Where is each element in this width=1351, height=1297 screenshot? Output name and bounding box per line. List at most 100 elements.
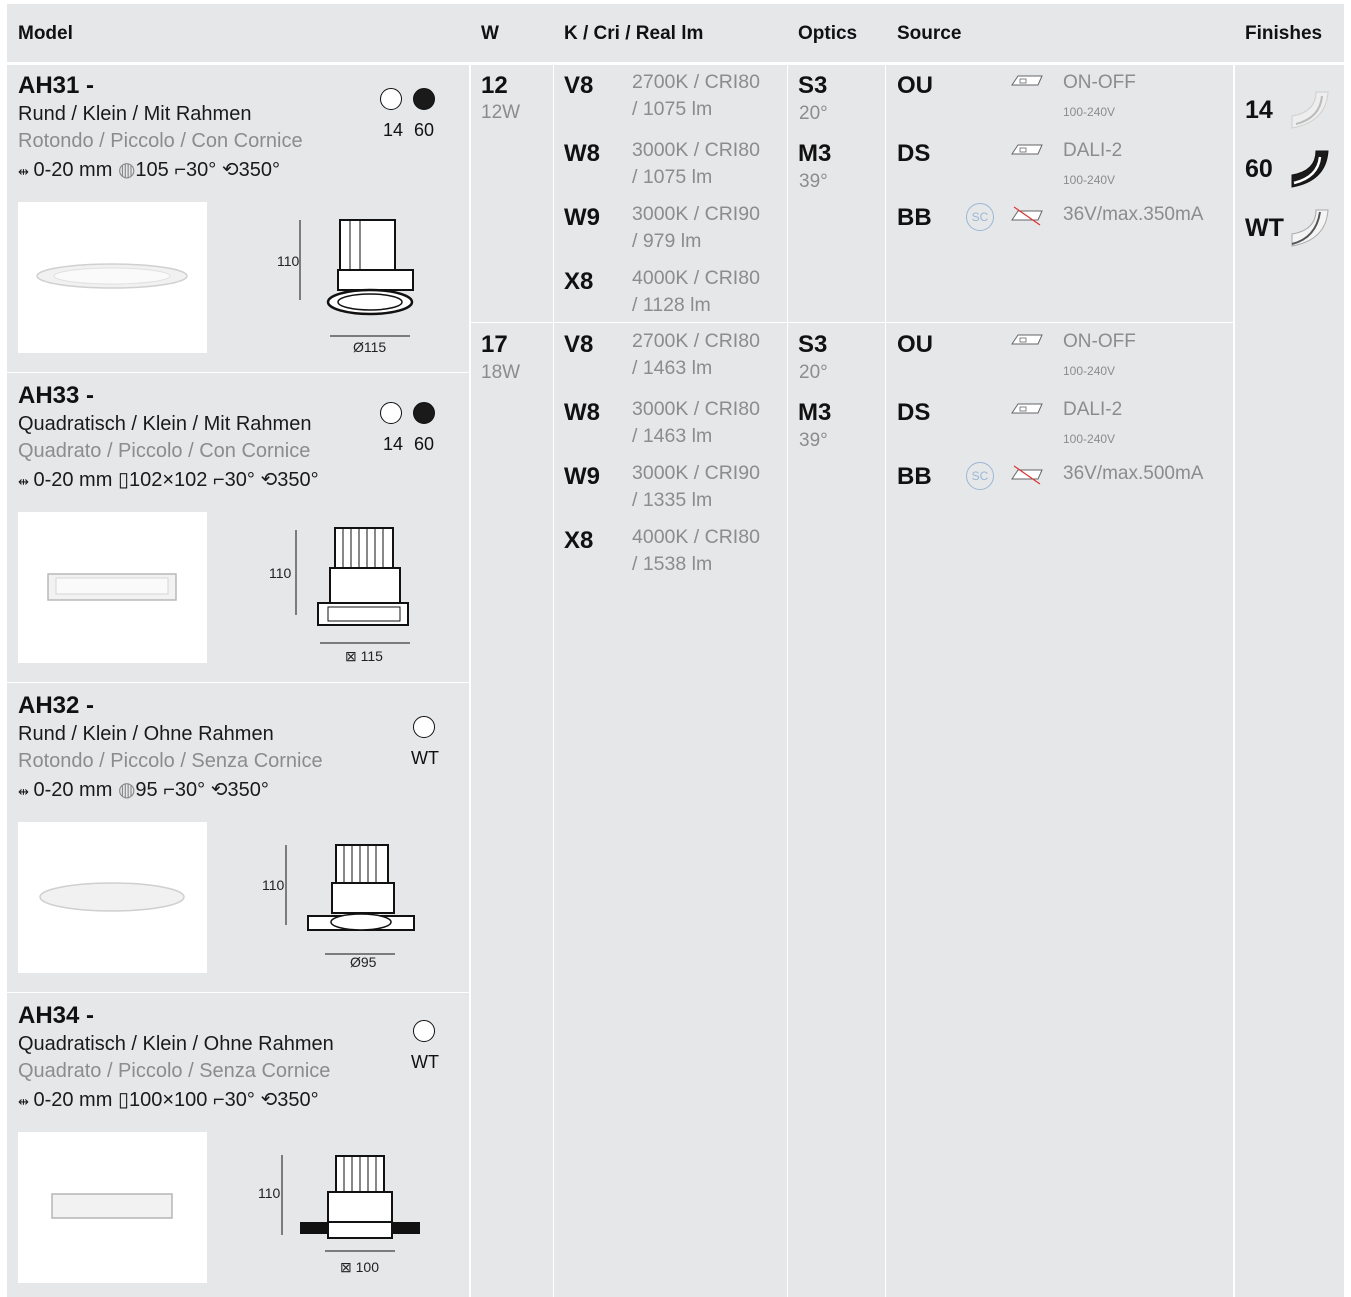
driver-box-icon <box>1010 142 1044 163</box>
source-label: ON-OFF <box>1063 72 1136 93</box>
optic-angle: 20° <box>799 362 828 383</box>
divider <box>553 65 554 1297</box>
header-optics: Optics <box>798 23 858 44</box>
source-volt: 100-240V <box>1063 432 1116 446</box>
k-code: V8 <box>564 72 594 99</box>
adjust-range-icon: ⇹ <box>18 784 29 799</box>
sc-circle-icon: SC <box>966 203 994 231</box>
model-spec: ⇹ 0-20 mm ◍95 ⌐30° ⟲350° <box>18 779 269 801</box>
model-spec: ⇹ 0-20 mm ◍105 ⌐30° ⟲350° <box>18 159 280 181</box>
source-label: 36V/max.500mA <box>1063 463 1204 484</box>
swatch-label: 60 <box>414 120 435 140</box>
source-code: DS <box>897 140 931 167</box>
cutout-icon: ◍ <box>117 779 136 801</box>
cutout-icon: ▯ <box>117 1089 129 1111</box>
dimension-diameter: Ø115 <box>353 339 387 355</box>
model-code: AH32 - <box>18 692 95 719</box>
k-code: W8 <box>564 399 600 426</box>
technical-drawing <box>270 840 420 970</box>
swatch-label: WT <box>411 748 439 768</box>
cutout-icon: ▯ <box>117 469 129 491</box>
rotation-icon: ⟲ <box>210 779 228 801</box>
model-code: AH34 - <box>18 1002 95 1029</box>
divider <box>885 65 886 1297</box>
dimension-height: 110 <box>277 253 300 269</box>
dimension-diameter: ⊠ 100 <box>340 1259 379 1275</box>
tilt-icon: ⌐ <box>163 779 175 801</box>
sc-circle-icon: SC <box>966 462 994 490</box>
model-name-it: Quadrato / Piccolo / Con Cornice <box>18 440 311 462</box>
source-volt: 100-240V <box>1063 364 1116 378</box>
optic-code: S3 <box>798 331 828 358</box>
square-icon: ⊠ <box>340 1259 356 1275</box>
swatch-label: WT <box>411 1052 439 1072</box>
model-name-it: Rotondo / Piccolo / Con Cornice <box>18 130 303 152</box>
source-volt: 100-240V <box>1063 105 1116 119</box>
technical-drawing <box>270 215 420 360</box>
model-name-de: Quadratisch / Klein / Ohne Rahmen <box>18 1033 334 1055</box>
k-code: X8 <box>564 268 594 295</box>
driver-box-icon <box>1010 73 1044 94</box>
header-w: W <box>481 23 499 44</box>
dimension-height: 110 <box>258 1185 281 1201</box>
product-photo <box>18 822 207 973</box>
driver-box-crossed-icon <box>1010 465 1044 490</box>
watt-label: 18W <box>481 362 521 383</box>
source-label: 36V/max.350mA <box>1063 204 1204 225</box>
divider <box>7 372 469 373</box>
watt-code: 17 <box>481 331 508 358</box>
spec-columns <box>471 65 1233 1297</box>
driver-box-icon <box>1010 401 1044 422</box>
model-name-de: Quadratisch / Klein / Mit Rahmen <box>18 413 312 435</box>
optic-angle: 39° <box>799 430 828 451</box>
model-name-it: Quadrato / Piccolo / Senza Cornice <box>18 1060 331 1082</box>
rotation-icon: ⟲ <box>260 469 278 491</box>
source-code: BB <box>897 463 932 490</box>
divider <box>7 682 469 683</box>
finish-swatch-image <box>1286 147 1332 196</box>
tilt-icon: ⌐ <box>174 159 187 181</box>
optic-angle: 20° <box>799 103 828 124</box>
source-code: DS <box>897 399 931 426</box>
swatch-white <box>413 1020 435 1042</box>
k-desc: 3000K / CRI80/ 1075 lm <box>632 139 760 188</box>
adjust-range-icon: ⇹ <box>18 164 29 179</box>
adjust-range-icon: ⇹ <box>18 1094 29 1109</box>
rotation-icon: ⟲ <box>260 1089 278 1111</box>
optic-code: M3 <box>798 399 832 426</box>
swatch-white <box>413 716 435 738</box>
k-desc: 2700K / CRI80/ 1463 lm <box>632 330 760 379</box>
model-spec: ⇹ 0-20 mm ▯100×100 ⌐30° ⟲350° <box>18 1089 319 1111</box>
rotation-icon: ⟲ <box>221 159 239 181</box>
source-label: DALI-2 <box>1063 399 1123 420</box>
dimension-diameter: Ø95 <box>350 954 377 970</box>
source-code: OU <box>897 72 933 99</box>
header-source: Source <box>897 23 962 44</box>
finish-code: 14 <box>1245 96 1273 124</box>
k-desc: 2700K / CRI80/ 1075 lm <box>632 71 760 120</box>
adjust-range-icon: ⇹ <box>18 474 29 489</box>
model-code: AH31 - <box>18 72 95 99</box>
swatch-label: 14 <box>383 434 404 454</box>
divider <box>7 992 469 993</box>
model-name-de: Rund / Klein / Ohne Rahmen <box>18 723 274 745</box>
k-desc: 3000K / CRI90/ 979 lm <box>632 203 760 252</box>
k-desc: 3000K / CRI80/ 1463 lm <box>632 398 760 447</box>
source-code: OU <box>897 331 933 358</box>
tilt-icon: ⌐ <box>212 469 225 491</box>
driver-box-icon <box>1010 332 1044 353</box>
product-photo <box>18 1132 207 1283</box>
k-code: W9 <box>564 463 600 490</box>
swatch-black <box>413 88 435 110</box>
k-desc: 4000K / CRI80/ 1128 lm <box>632 267 760 316</box>
swatch-white <box>380 402 402 424</box>
swatch-label: 60 <box>414 434 435 454</box>
k-code: V8 <box>564 331 594 358</box>
divider <box>787 65 788 1297</box>
source-volt: 100-240V <box>1063 173 1116 187</box>
finish-code: WT <box>1245 214 1284 242</box>
model-name-de: Rund / Klein / Mit Rahmen <box>18 103 252 125</box>
finish-swatch-image <box>1286 206 1332 255</box>
cutout-icon: ◍ <box>117 159 136 181</box>
optic-code: S3 <box>798 72 828 99</box>
